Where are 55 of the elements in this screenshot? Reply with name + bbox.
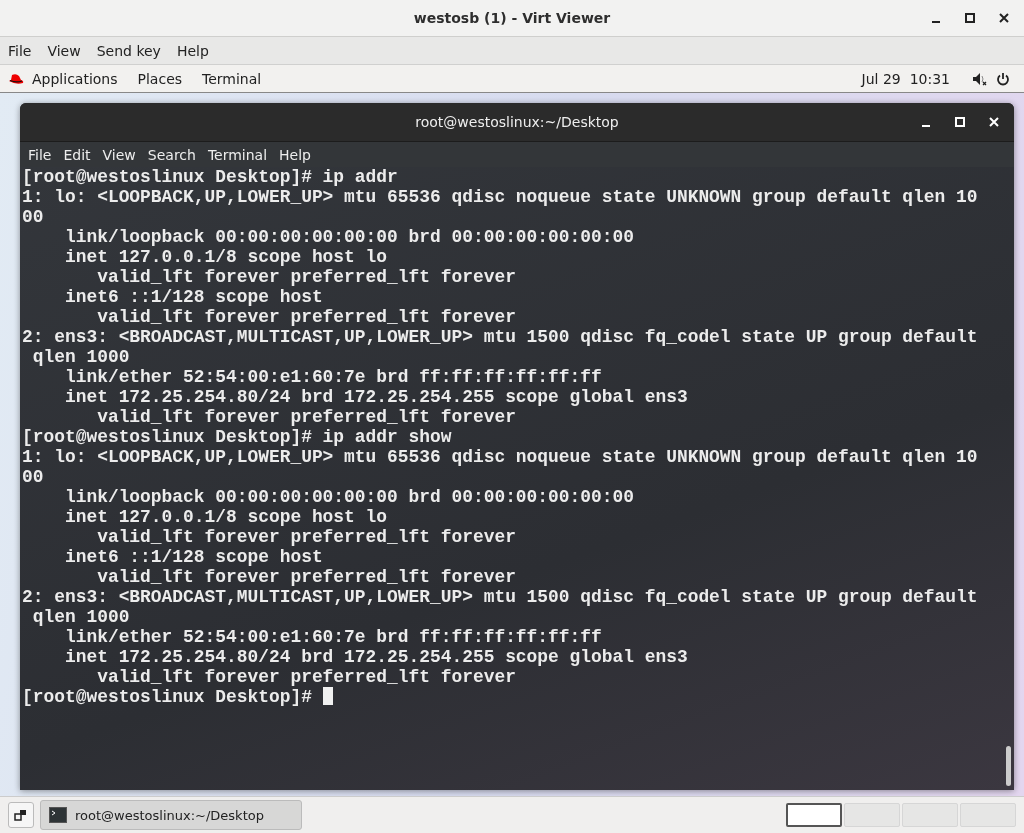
menu-item[interactable]: File <box>28 146 52 163</box>
terminal-title: root@westoslinux:~/Desktop <box>415 114 619 130</box>
terminal-line: valid_lft forever preferred_lft forever <box>96 567 516 587</box>
terminal-line: link/ether 52:54:00:e1:60:7e brd ff:ff:ff:ff:ff:ff <box>63 367 602 387</box>
window-title: westosb (1) - Virt Viewer <box>413 10 611 26</box>
terminal-icon <box>49 807 67 823</box>
terminal-line: inet6 ::1/128 scope host <box>63 287 323 307</box>
menu-item[interactable]: Edit <box>63 146 91 163</box>
speaker-muted-icon[interactable] <box>972 71 988 86</box>
terminal-line: inet 127.0.0.1/8 scope host lo <box>63 247 388 267</box>
menu-item[interactable]: Send key <box>96 42 161 59</box>
terminal-line: inet 127.0.0.1/8 scope host lo <box>63 507 388 527</box>
terminal-prompt: [root@westoslinux Desktop]# <box>22 687 313 707</box>
show-desktop-button[interactable] <box>8 802 34 828</box>
menu-item[interactable]: Help <box>176 42 209 59</box>
hat-icon[interactable] <box>8 72 24 85</box>
scrollbar-thumb[interactable] <box>1006 746 1011 786</box>
terminal-line: [root@westoslinux Desktop]# ip addr <box>22 167 398 187</box>
terminal-line: link/ether 52:54:00:e1:60:7e brd ff:ff:ff:ff:ff:ff <box>63 627 602 647</box>
terminal-line: inet6 ::1/128 scope host <box>63 547 323 567</box>
terminal-line: [root@westoslinux Desktop]# ip addr show <box>22 427 452 447</box>
windows-icon <box>14 808 28 822</box>
terminal-line: 2: ens3: <BROADCAST,MULTICAST,UP,LOWER_UP> mtu 1500 qdisc fq_codel state UP group default <box>22 587 978 607</box>
menu-item[interactable]: Help <box>279 146 311 163</box>
menu-item[interactable]: File <box>8 42 32 59</box>
terminal-line: valid_lft forever preferred_lft forever <box>96 667 516 687</box>
top-bar-item[interactable]: Terminal <box>202 70 262 87</box>
terminal-line: 2: ens3: <BROADCAST,MULTICAST,UP,LOWER_UP> mtu 1500 qdisc fq_codel state UP group default <box>22 327 978 347</box>
terminal-line: valid_lft forever preferred_lft forever <box>96 307 516 327</box>
terminal-line: valid_lft forever preferred_lft forever <box>96 407 516 427</box>
cursor <box>322 687 333 705</box>
terminal-line: qlen 1000 <box>31 347 130 367</box>
terminal-line: inet 172.25.254.80/24 brd 172.25.254.255 scope global ens3 <box>63 387 688 407</box>
close-icon[interactable] <box>998 12 1010 24</box>
terminal-line: 00 <box>22 207 44 227</box>
menu-item[interactable]: View <box>47 42 81 59</box>
terminal-line: link/loopback 00:00:00:00:00:00 brd 00:00:00:00:00:00 <box>63 227 634 247</box>
terminal-line: valid_lft forever preferred_lft forever <box>96 267 516 287</box>
top-bar-item[interactable]: Applications <box>32 70 118 87</box>
power-icon[interactable] <box>996 71 1010 86</box>
terminal-line: link/loopback 00:00:00:00:00:00 brd 00:00:00:00:00:00 <box>63 487 634 507</box>
terminal-line: valid_lft forever preferred_lft forever <box>96 527 516 547</box>
workspace-button[interactable] <box>786 803 842 827</box>
terminal-line: 00 <box>22 467 44 487</box>
menu-item[interactable]: Terminal <box>207 146 268 163</box>
terminal-line: 1: lo: <LOOPBACK,UP,LOWER_UP> mtu 65536 qdisc noqueue state UNKNOWN group default qlen 10 <box>22 187 978 207</box>
terminal-line: 1: lo: <LOOPBACK,UP,LOWER_UP> mtu 65536 qdisc noqueue state UNKNOWN group default qlen 10 <box>22 447 978 467</box>
clock[interactable]: Jul 29 10:31 <box>861 70 950 87</box>
top-bar-item[interactable]: Places <box>137 70 183 87</box>
terminal-line: inet 172.25.254.80/24 brd 172.25.254.255 scope global ens3 <box>63 647 688 667</box>
menu-item[interactable]: View <box>102 146 136 163</box>
task-button[interactable]: root@westoslinux:~/Desktop <box>40 800 302 830</box>
terminal-line: qlen 1000 <box>31 607 130 627</box>
maximize-icon[interactable] <box>964 12 976 24</box>
menu-item[interactable]: Search <box>147 146 196 163</box>
